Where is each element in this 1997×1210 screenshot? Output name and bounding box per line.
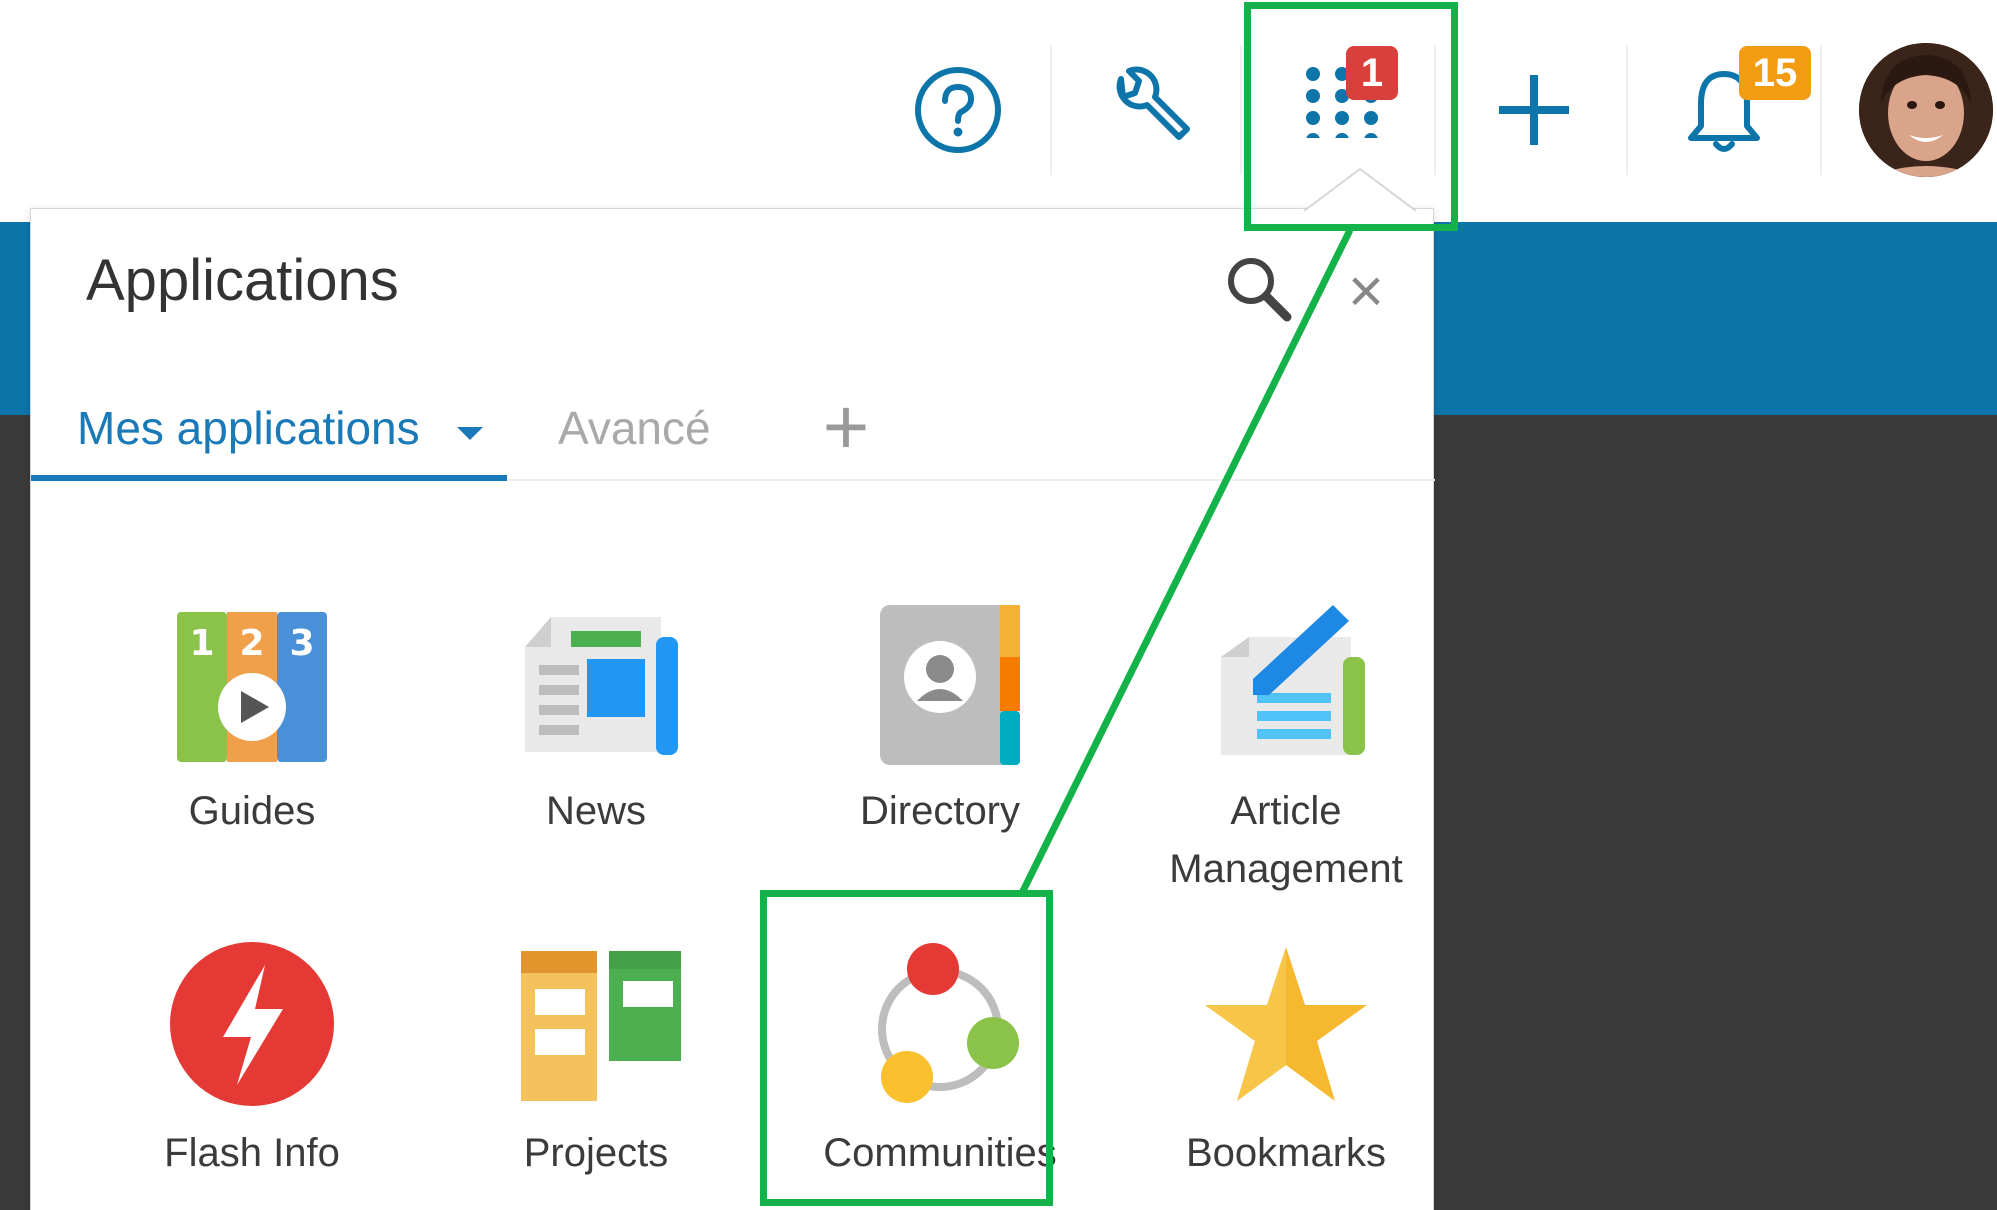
- communities-highlight-box: [760, 890, 1053, 1206]
- apps-highlight-box: [1244, 2, 1458, 231]
